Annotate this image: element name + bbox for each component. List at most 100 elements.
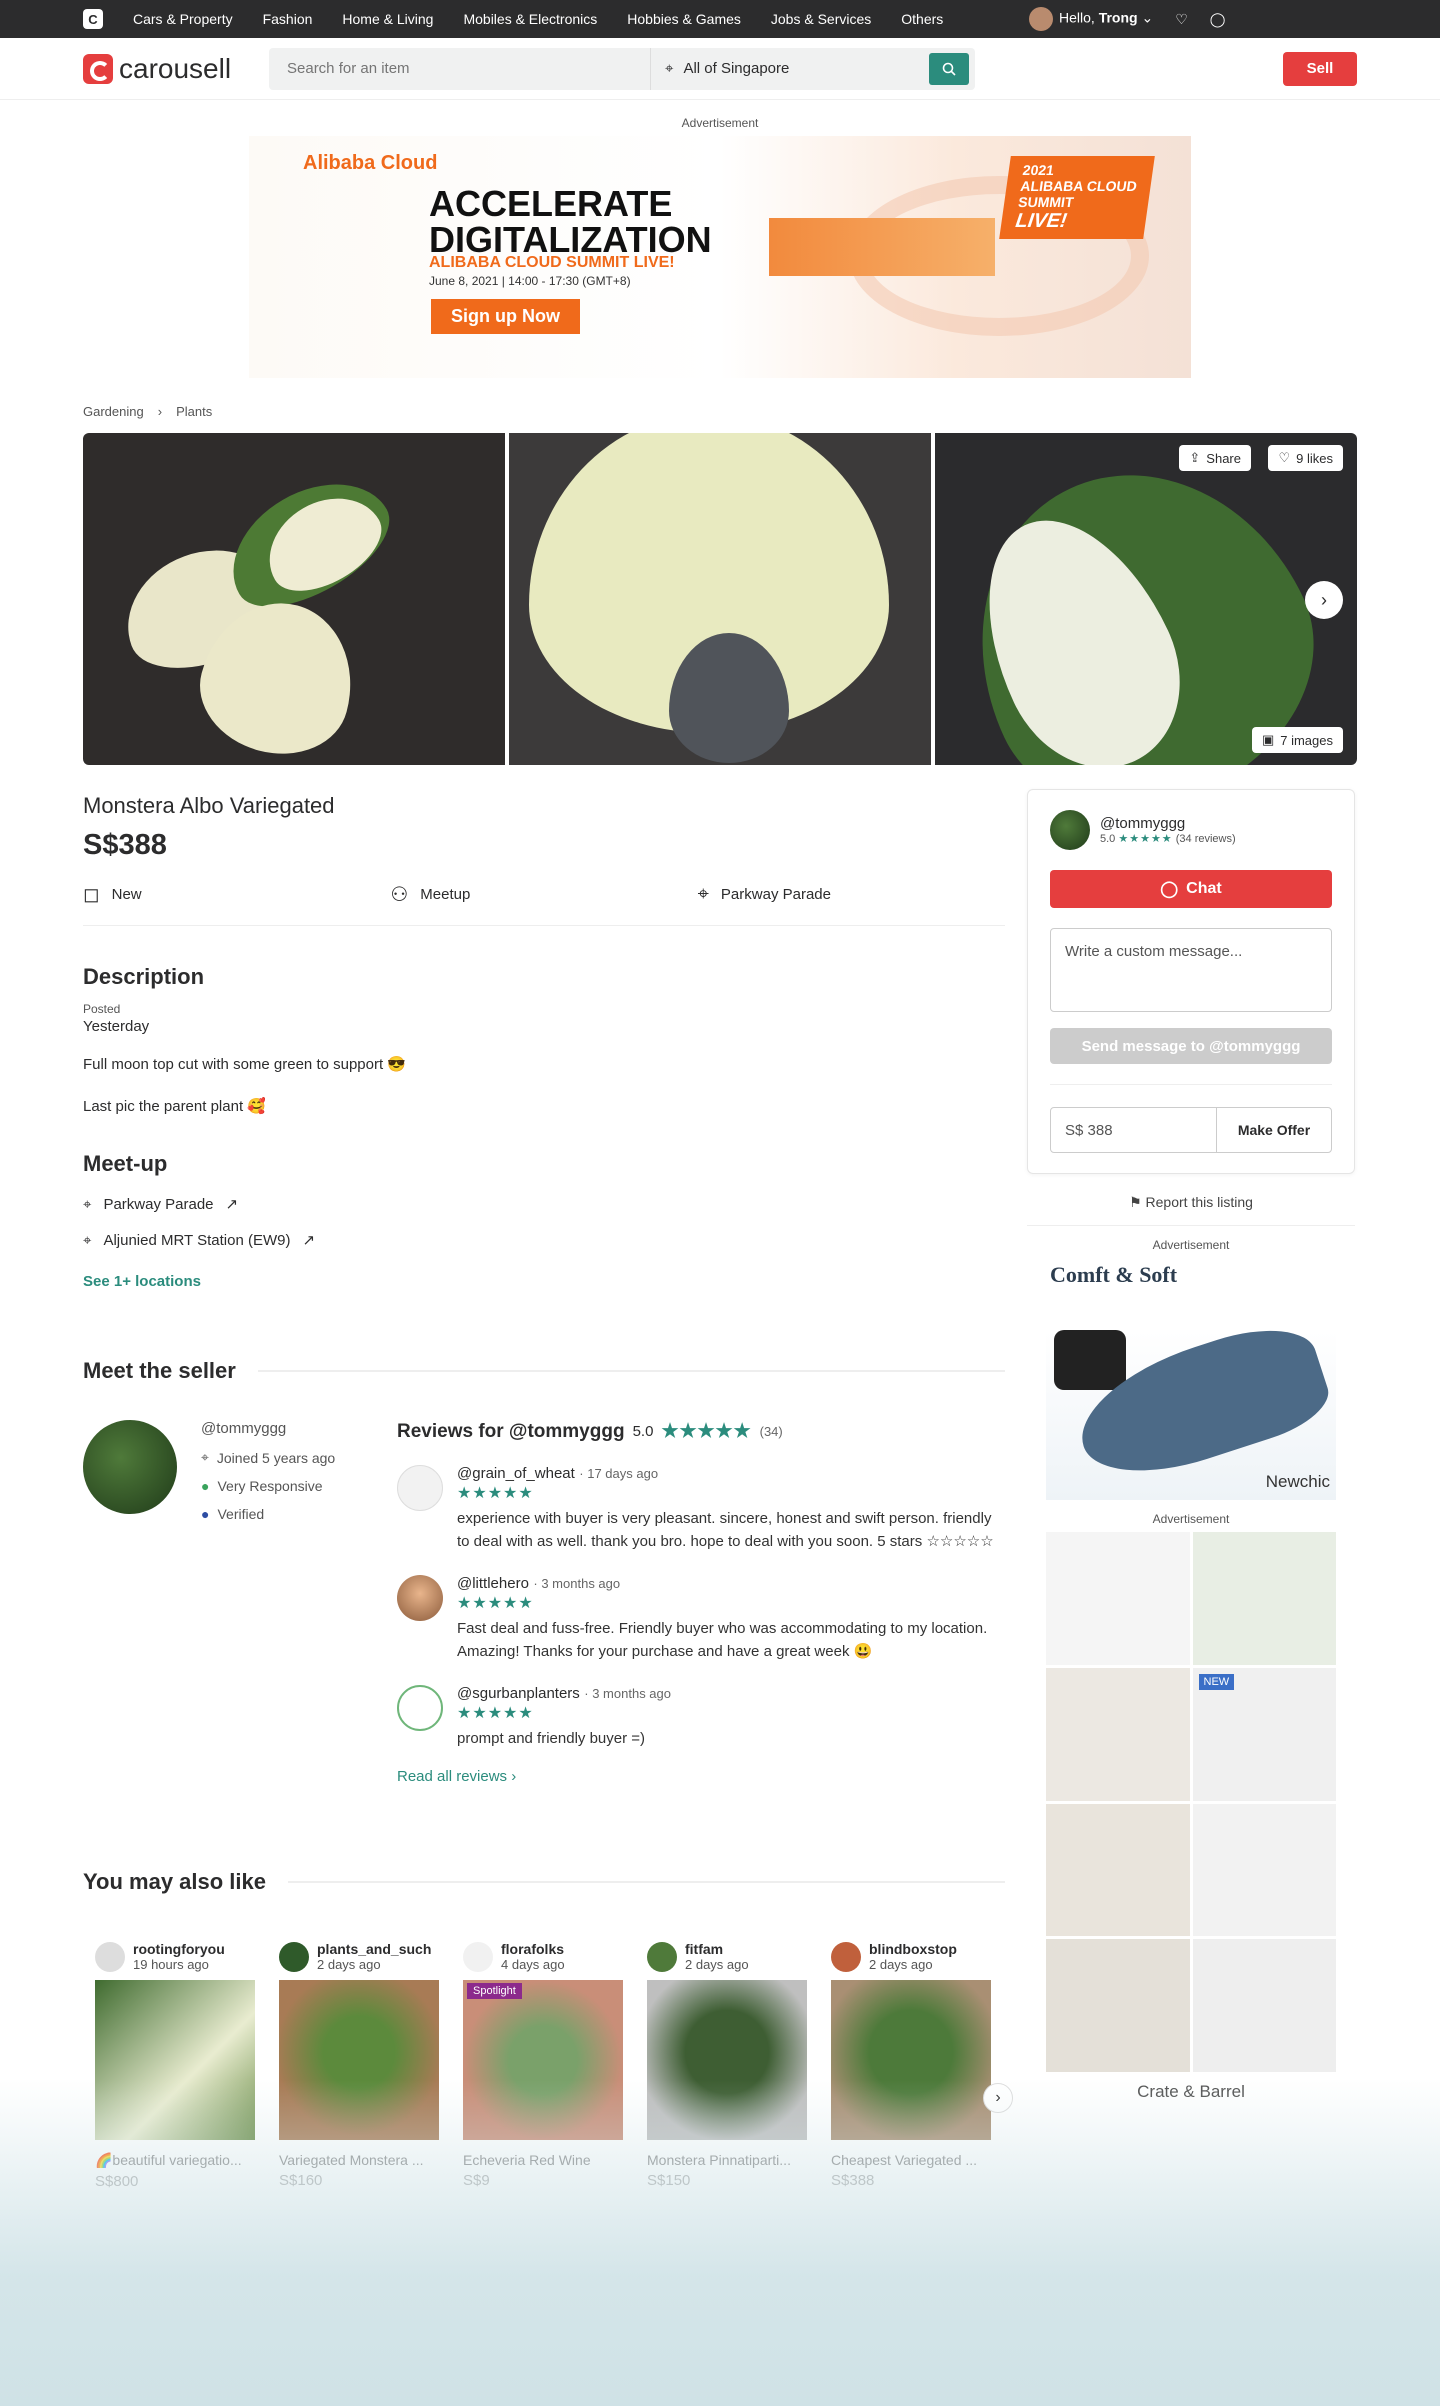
meetup-location-2[interactable]: ⌖ Aljunied MRT Station (EW9) ↗ xyxy=(83,1231,1005,1250)
recommendation-card[interactable]: fitfam 2 days ago Monstera Pinnatiparti..… xyxy=(647,1941,807,2190)
carousell-logo-icon xyxy=(83,53,113,84)
divider xyxy=(288,1881,1005,1883)
review-item: @littlehero · 3 months ago ★★★★★ Fast deal… xyxy=(397,1575,1005,1663)
seller-handle[interactable]: @tommyggg xyxy=(201,1420,391,1437)
listing-photo-3[interactable]: ⇪ Share ♡ 9 likes › ▣ 7 images xyxy=(935,433,1357,765)
sell-button[interactable]: Sell xyxy=(1283,51,1357,86)
ad-signup-button[interactable]: Sign up Now xyxy=(431,299,580,334)
ad-badge: 2021 ALIBABA CLOUD SUMMIT LIVE! xyxy=(999,156,1155,239)
ad-badge-line-2: ALIBABA CLOUD xyxy=(1019,178,1138,194)
listing-details: Monstera Albo Variegated S$388 ◻ New ⚇ Mee… xyxy=(83,765,1013,2190)
report-listing-link[interactable]: ⚑ Report this listing xyxy=(1027,1194,1355,1211)
newchic-shoe-ad[interactable]: Comft & Soft Newchic xyxy=(1046,1258,1336,1500)
carousell-mini-logo-icon[interactable]: C xyxy=(83,9,103,29)
top-navigation-bar: C Cars & Property Fashion Home & Living … xyxy=(0,0,1440,38)
seller-avatar[interactable] xyxy=(1050,810,1090,850)
see-more-locations-link[interactable]: See 1+ locations xyxy=(83,1273,1005,1290)
category-fashion[interactable]: Fashion xyxy=(263,11,313,27)
carousell-logo[interactable]: carousell xyxy=(83,53,269,85)
listing-price: S$388 xyxy=(83,829,167,861)
seller-verified: ● Verified xyxy=(201,1506,391,1522)
search-icon xyxy=(942,62,956,76)
listing-photo-1[interactable] xyxy=(83,433,505,765)
location-selector[interactable]: ⌖ All of Singapore xyxy=(651,60,929,77)
reviewer-name[interactable]: @littlehero xyxy=(457,1575,529,1592)
ad-product-image xyxy=(1192,1532,1336,1665)
ad-badge-year: 2021 xyxy=(1021,162,1056,178)
category-mobiles-electronics[interactable]: Mobiles & Electronics xyxy=(463,11,597,27)
card-image xyxy=(279,1980,439,2140)
location-pin-icon: ⌖ xyxy=(83,1231,92,1249)
search-input[interactable] xyxy=(269,47,651,90)
listing-main: Monstera Albo Variegated S$388 ◻ New ⚇ Mee… xyxy=(83,765,1357,2190)
read-all-reviews-label: Read all reviews xyxy=(397,1768,508,1785)
make-offer-button[interactable]: Make Offer xyxy=(1217,1108,1331,1152)
reviewer-name[interactable]: @sgurbanplanters xyxy=(457,1685,580,1702)
meetup-location-1[interactable]: ⌖ Parkway Parade ↗ xyxy=(83,1195,1005,1214)
you-may-also-like-header: You may also like xyxy=(83,1869,1005,1895)
review-time-value: 17 days ago xyxy=(587,1466,659,1481)
card-header: blindboxstop 2 days ago xyxy=(831,1941,991,1972)
category-cars-property[interactable]: Cars & Property xyxy=(133,11,233,27)
recommendation-card[interactable]: plants_and_such 2 days ago Variegated Mon… xyxy=(279,1941,439,2190)
offer-price-input[interactable]: S$ 388 xyxy=(1051,1108,1217,1152)
ad-badge-live: LIVE! xyxy=(1014,210,1069,232)
seller-joined-label: Joined 5 years ago xyxy=(216,1449,336,1466)
search-button[interactable] xyxy=(929,52,969,85)
crate-and-barrel-ad[interactable]: NEW xyxy=(1046,1532,1336,2072)
category-jobs-services[interactable]: Jobs & Services xyxy=(771,11,871,27)
listing-photo-2[interactable] xyxy=(509,433,931,765)
review-time-value: 3 months ago xyxy=(592,1686,671,1701)
recommendation-card[interactable]: blindboxstop 2 days ago Cheapest Variegat… xyxy=(831,1941,991,2190)
category-others[interactable]: Others xyxy=(901,11,943,27)
report-label: Report this listing xyxy=(1145,1194,1253,1210)
reviewer-name[interactable]: @grain_of_wheat xyxy=(457,1465,575,1482)
custom-message-field[interactable]: Write a custom message... xyxy=(1050,928,1332,1012)
image-count: 7 images xyxy=(1280,732,1333,748)
share-button[interactable]: ⇪ Share xyxy=(1179,445,1251,471)
card-seller-block: florafolks 4 days ago xyxy=(501,1941,565,1972)
user-menu[interactable]: Hello, Trong ⌄ xyxy=(1029,7,1153,31)
card-seller-block: fitfam 2 days ago xyxy=(685,1941,749,1972)
breadcrumb-gardening[interactable]: Gardening xyxy=(83,404,144,419)
read-all-reviews-link[interactable]: Read all reviews › xyxy=(397,1768,1005,1785)
like-button[interactable]: ♡ 9 likes xyxy=(1268,445,1343,471)
chevron-down-icon: ⌄ xyxy=(1141,9,1154,26)
category-home-living[interactable]: Home & Living xyxy=(342,11,433,27)
send-message-button[interactable]: Send message to @tommyggg xyxy=(1050,1028,1332,1064)
alibaba-banner-ad[interactable]: Alibaba Cloud ACCELERATE DIGITALIZATION A… xyxy=(249,136,1191,378)
reviewer-avatar[interactable] xyxy=(397,1685,443,1731)
main-header: carousell ⌖ All of Singapore Sell xyxy=(0,38,1440,100)
breadcrumb-plants[interactable]: Plants xyxy=(176,404,212,419)
sidebar: @tommyggg 5.0 ★★★★★ (34 reviews) ◯ Chat Wr… xyxy=(1027,765,1355,2190)
category-hobbies-games[interactable]: Hobbies & Games xyxy=(627,11,741,27)
card-seller: blindboxstop xyxy=(869,1941,957,1957)
reviewer-avatar[interactable] xyxy=(397,1465,443,1511)
seller-verified-label: Verified xyxy=(217,1506,265,1522)
heart-icon: ♡ xyxy=(1278,450,1291,465)
chat-bubble-icon[interactable]: ◯ xyxy=(1210,11,1226,28)
chevron-right-icon: › xyxy=(157,404,163,419)
seller-avatar xyxy=(463,1941,493,1972)
card-price: S$9 xyxy=(463,2172,490,2189)
listing-title: Monstera Albo Variegated xyxy=(83,793,335,818)
reviewer-avatar[interactable] xyxy=(397,1575,443,1621)
chat-button[interactable]: ◯ Chat xyxy=(1050,870,1332,908)
search-bar: ⌖ All of Singapore xyxy=(269,47,975,90)
recommendation-card[interactable]: rootingforyou 19 hours ago 🌈beautiful var… xyxy=(95,1941,255,2190)
card-image: Spotlight xyxy=(463,1980,623,2140)
delivery-value: Meetup xyxy=(420,886,471,903)
sidebar-review-count: (34 reviews) xyxy=(1175,833,1236,845)
review-text: experience with buyer is very pleasant. … xyxy=(457,1510,994,1550)
sidebar-seller-handle[interactable]: @tommyggg xyxy=(1100,815,1236,832)
chevron-right-icon: › xyxy=(995,2089,1001,2106)
carousel-next-button[interactable]: › xyxy=(983,2083,1013,2113)
heart-icon[interactable]: ♡ xyxy=(1175,11,1188,28)
advertisement-label: Advertisement xyxy=(1152,1512,1230,1526)
seller-avatar[interactable] xyxy=(83,1420,177,1514)
gallery-next-button[interactable]: › xyxy=(1305,581,1343,619)
recommendation-card[interactable]: florafolks 4 days ago Spotlight Echeveria… xyxy=(463,1941,623,2190)
image-count-badge[interactable]: ▣ 7 images xyxy=(1251,727,1343,753)
external-link-icon: ↗ xyxy=(302,1232,316,1249)
card-price: S$160 xyxy=(279,2172,323,2189)
